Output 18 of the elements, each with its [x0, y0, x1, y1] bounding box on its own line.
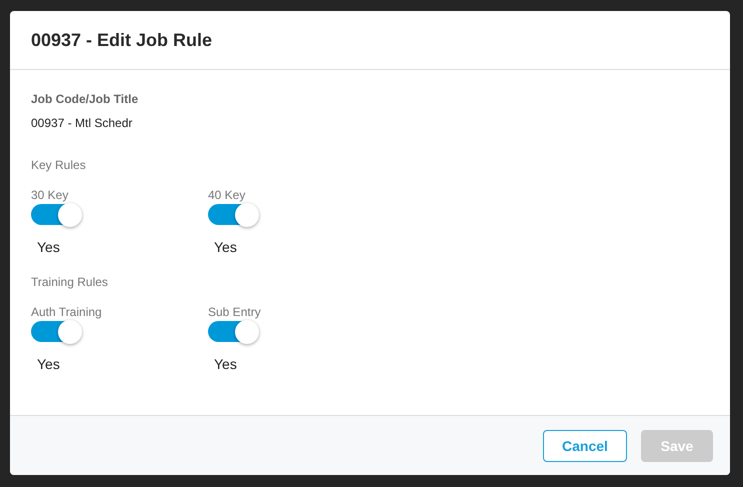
toggle-value: Yes	[214, 356, 237, 372]
toggle-switch[interactable]	[31, 204, 81, 225]
toggle-label: Auth Training	[31, 305, 102, 319]
section-title: Key Rules	[31, 158, 87, 172]
cancel-button[interactable]: Cancel	[543, 430, 627, 462]
toggle-label: Sub Entry	[208, 305, 261, 319]
toggle-value: Yes	[214, 239, 237, 255]
toggle-switch[interactable]	[208, 321, 258, 342]
dialog-title: 00937 - Edit Job Rule	[31, 30, 212, 50]
toggle-value: Yes	[37, 239, 60, 255]
field-label: Job Code/Job Title	[31, 92, 140, 106]
toggle-label: 40 Key	[208, 188, 246, 202]
field-value: 00937 - Mtl Schedr	[31, 116, 134, 130]
toggle-label: 30 Key	[31, 188, 68, 202]
section-title: Training Rules	[31, 275, 109, 289]
toggle-switch[interactable]	[208, 204, 258, 225]
toggle-value: Yes	[37, 356, 60, 372]
toggle-switch[interactable]	[31, 321, 81, 342]
